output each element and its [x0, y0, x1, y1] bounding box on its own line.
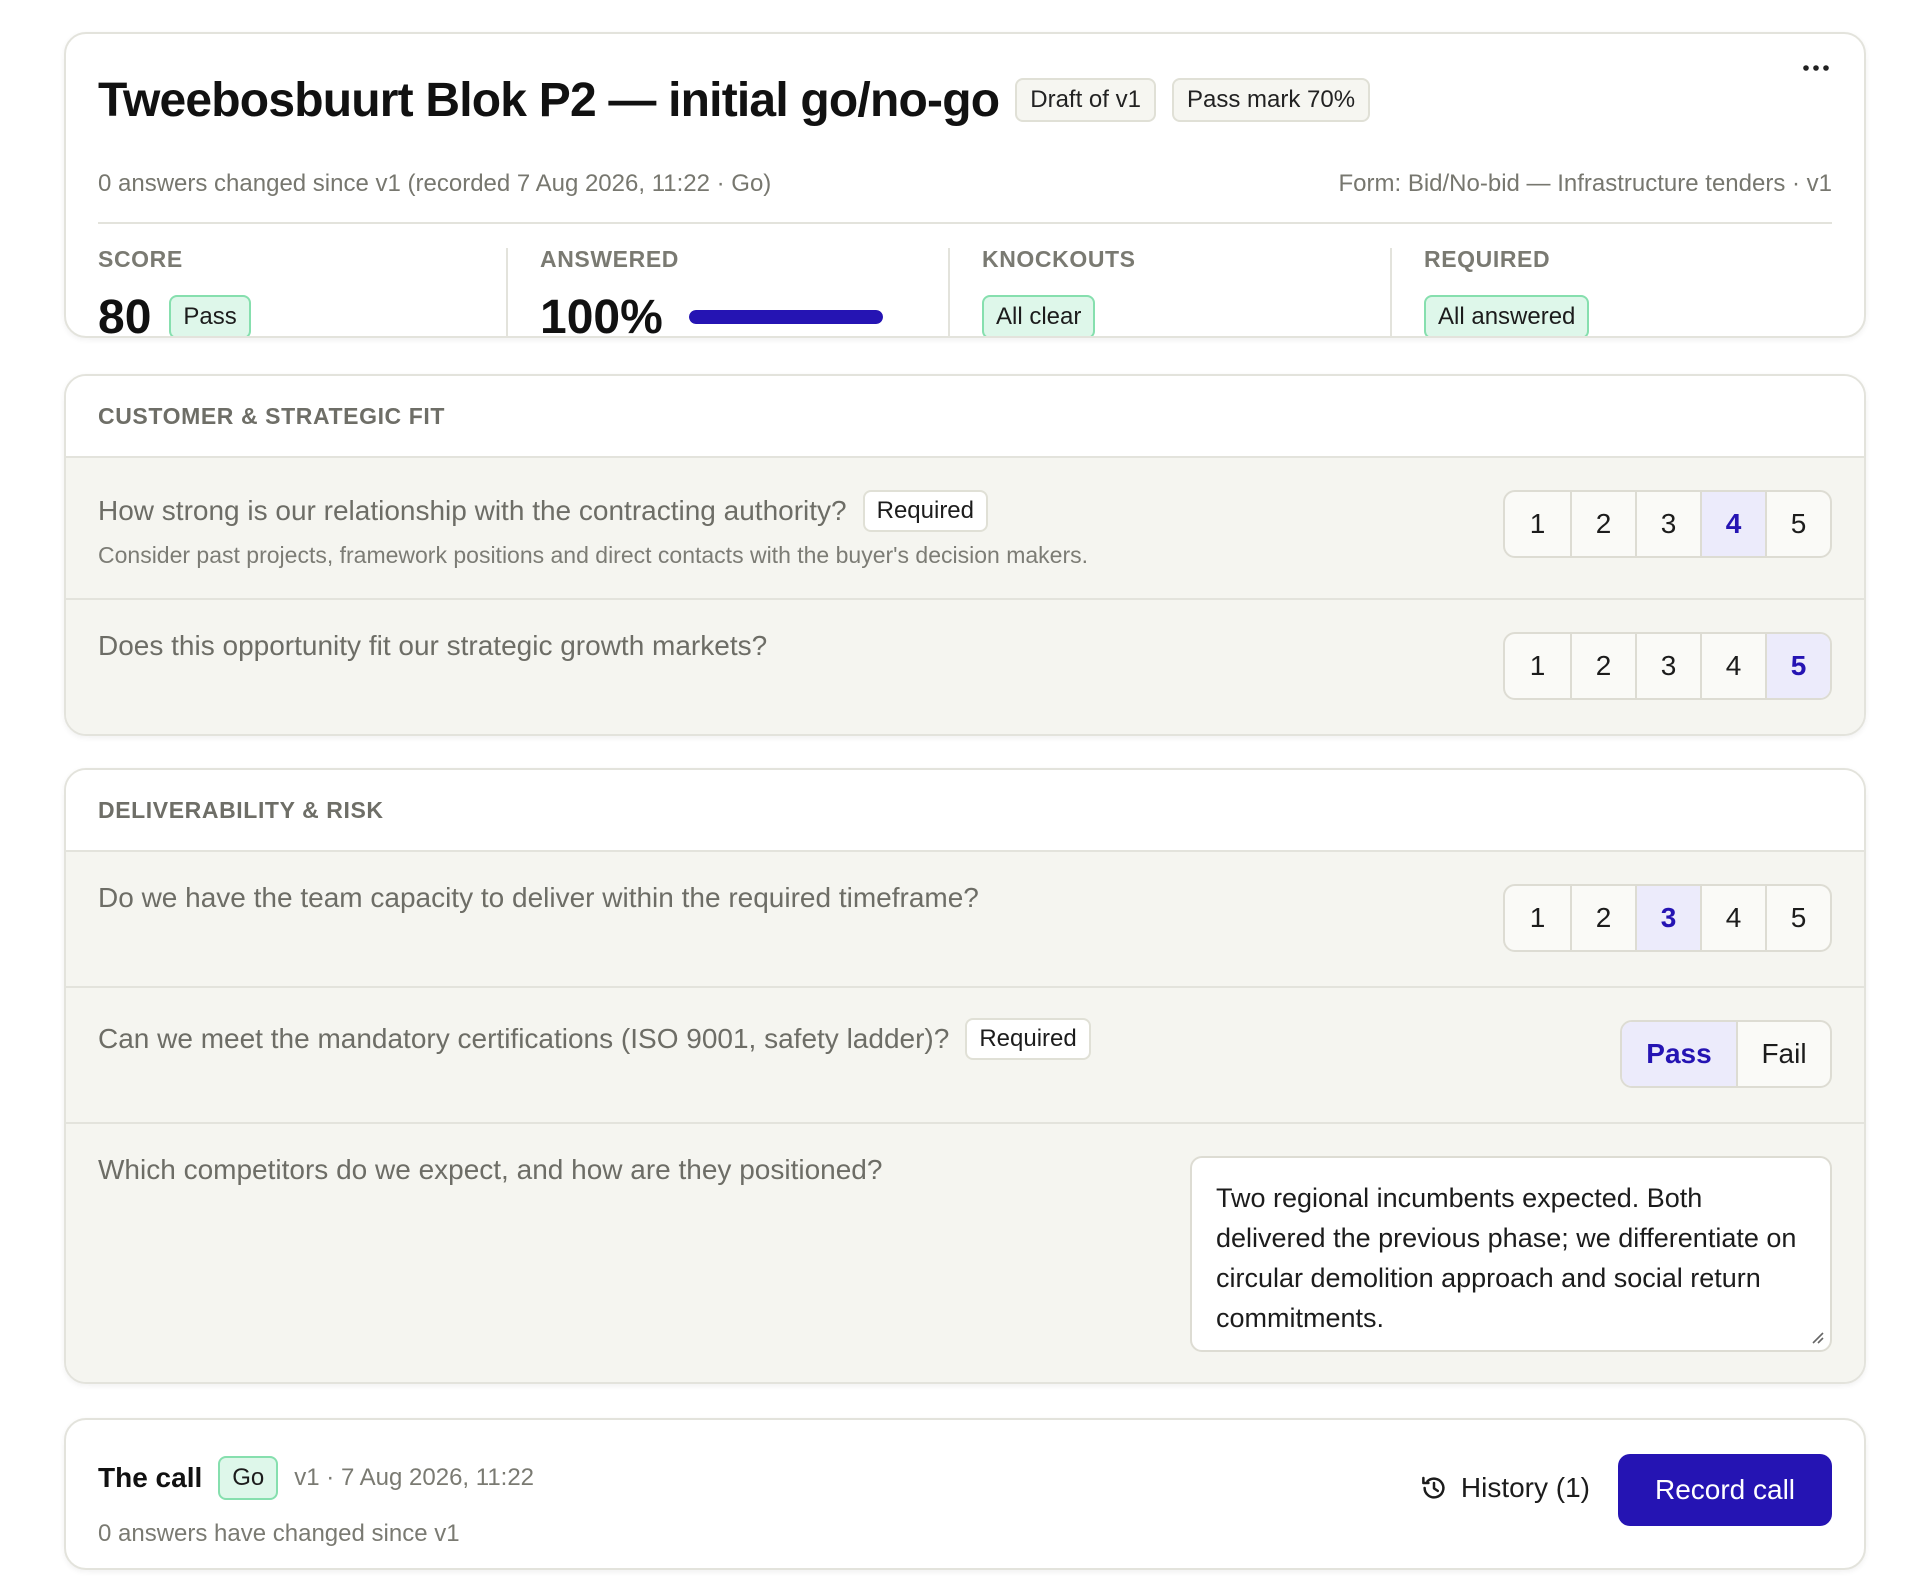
rating-option-1[interactable]: 1: [1505, 886, 1570, 950]
summary-card: Tweebosbuurt Blok P2 — initial go/no-go …: [64, 32, 1866, 338]
call-subtitle: 0 answers have changed since v1: [98, 1520, 460, 1547]
answer-textarea[interactable]: Two regional incumbents expected. Both d…: [1190, 1156, 1832, 1352]
question-text: Does this opportunity fit our strategic …: [98, 630, 767, 662]
question-text: Which competitors do we expect, and how …: [98, 1154, 882, 1186]
stat-label: REQUIRED: [1424, 246, 1551, 272]
fail-option-button[interactable]: Fail: [1736, 1022, 1830, 1086]
section-customer-strategic-fit: CUSTOMER & STRATEGIC FIT How strong is o…: [64, 374, 1866, 736]
question-label: Which competitors do we expect, and how …: [98, 1154, 883, 1185]
rating-option-4[interactable]: 4: [1700, 492, 1765, 556]
rating-option-2[interactable]: 2: [1570, 886, 1635, 950]
rating-option-3[interactable]: 3: [1635, 634, 1700, 698]
stat-knockouts: KNOCKOUTS All clear: [948, 216, 1390, 336]
rating-scale: 12345: [1503, 632, 1832, 700]
stats-row: SCORE 80 Pass ANSWERED 100% KNOCKOUTS Al…: [98, 216, 1832, 338]
rating-option-4[interactable]: 4: [1700, 634, 1765, 698]
question-label: Can we meet the mandatory certifications…: [98, 1023, 950, 1054]
answered-progress-bar: [688, 310, 883, 324]
changes-summary: 0 answers changed since v1 (recorded 7 A…: [98, 170, 772, 197]
title-row: Tweebosbuurt Blok P2 — initial go/no-go …: [98, 64, 1832, 136]
resize-handle-icon[interactable]: [1810, 1330, 1824, 1344]
stat-label: SCORE: [98, 246, 183, 272]
question-text: Do we have the team capacity to deliver …: [98, 882, 979, 914]
call-meta: v1 · 7 Aug 2026, 11:22: [294, 1464, 535, 1491]
knockouts-status-badge: All clear: [982, 295, 1096, 336]
question-row: How strong is our relationship with the …: [66, 458, 1864, 600]
question-text: How strong is our relationship with the …: [98, 490, 989, 532]
draft-badge: Draft of v1: [1015, 78, 1156, 122]
more-options-icon[interactable]: [1792, 48, 1840, 88]
rating-scale: 12345: [1503, 884, 1832, 952]
history-label: History (1): [1460, 1472, 1590, 1503]
question-label: How strong is our relationship with the …: [98, 495, 847, 526]
history-button[interactable]: History (1): [1419, 1458, 1590, 1518]
question-label: Do we have the team capacity to deliver …: [98, 882, 979, 913]
pass-mark-badge: Pass mark 70%: [1171, 78, 1371, 122]
form-info: Form: Bid/No-bid — Infrastructure tender…: [1338, 170, 1833, 197]
rating-option-4[interactable]: 4: [1700, 886, 1765, 950]
call-title: The call: [98, 1462, 203, 1493]
rating-option-5[interactable]: 5: [1765, 492, 1830, 556]
required-badge: Required: [862, 490, 989, 532]
call-card: The call Go v1 · 7 Aug 2026, 11:22 0 ans…: [64, 1418, 1866, 1570]
rating-scale: 12345: [1503, 490, 1832, 558]
question-text: Can we meet the mandatory certifications…: [98, 1018, 1091, 1060]
pass-option-button[interactable]: Pass: [1622, 1022, 1736, 1086]
page-title: Tweebosbuurt Blok P2 — initial go/no-go: [98, 73, 1000, 127]
stat-answered: ANSWERED 100%: [506, 216, 948, 338]
rating-option-1[interactable]: 1: [1505, 634, 1570, 698]
decision-badge: Go: [218, 1456, 279, 1500]
stat-required: REQUIRED All answered: [1390, 216, 1832, 336]
answered-progress-fill: [688, 310, 883, 324]
answered-value: 100%: [540, 290, 663, 338]
pass-fail-toggle: Pass Fail: [1620, 1020, 1832, 1088]
call-row: The call Go v1 · 7 Aug 2026, 11:22: [98, 1456, 534, 1500]
score-value: 80: [98, 290, 152, 338]
rating-option-1[interactable]: 1: [1505, 492, 1570, 556]
rating-option-5[interactable]: 5: [1765, 634, 1830, 698]
question-row: Does this opportunity fit our strategic …: [66, 600, 1864, 734]
question-row: Do we have the team capacity to deliver …: [66, 852, 1864, 988]
rating-option-5[interactable]: 5: [1765, 886, 1830, 950]
question-row: Can we meet the mandatory certifications…: [66, 988, 1864, 1124]
history-icon: [1422, 1476, 1445, 1499]
rating-option-3[interactable]: 3: [1635, 492, 1700, 556]
stat-label: ANSWERED: [540, 246, 679, 272]
answer-text: Two regional incumbents expected. Both d…: [1216, 1183, 1797, 1333]
stat-label: KNOCKOUTS: [982, 246, 1136, 272]
section-title: DELIVERABILITY & RISK: [66, 770, 1864, 852]
question-help-text: Consider past projects, framework positi…: [98, 542, 1088, 568]
question-row: Which competitors do we expect, and how …: [66, 1124, 1864, 1382]
section-title: CUSTOMER & STRATEGIC FIT: [66, 376, 1864, 458]
subtitle-row: 0 answers changed since v1 (recorded 7 A…: [98, 170, 1832, 198]
rating-option-3[interactable]: 3: [1635, 886, 1700, 950]
rating-option-2[interactable]: 2: [1570, 492, 1635, 556]
rating-option-2[interactable]: 2: [1570, 634, 1635, 698]
required-status-badge: All answered: [1424, 295, 1590, 336]
section-deliverability-risk: DELIVERABILITY & RISK Do we have the tea…: [64, 768, 1866, 1384]
record-call-button[interactable]: Record call: [1618, 1454, 1832, 1526]
question-label: Does this opportunity fit our strategic …: [98, 630, 768, 661]
score-status-badge: Pass: [169, 295, 251, 336]
stat-score: SCORE 80 Pass: [98, 216, 506, 338]
required-badge: Required: [965, 1018, 1091, 1060]
